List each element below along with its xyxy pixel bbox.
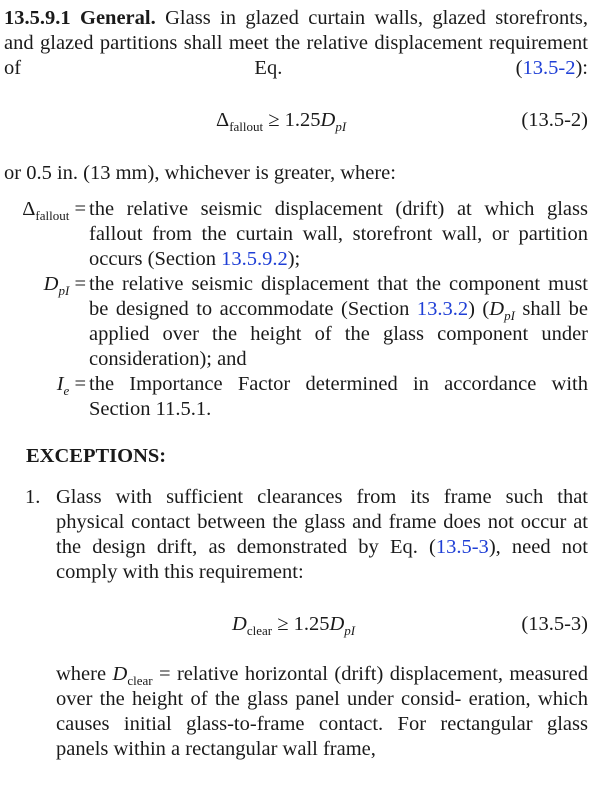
equation-link-13-5-2[interactable]: 13.5-2 — [523, 57, 576, 79]
section-paragraph: 13.5.9.1 General. Glass in glazed curtai… — [4, 6, 588, 81]
definition-end: ); — [287, 248, 301, 270]
equation-expression: Δfallout ≥ 1.25DpI — [216, 108, 346, 133]
subscript: e — [63, 383, 70, 398]
equation-13-5-2: Δfallout ≥ 1.25DpI (13.5-2) — [4, 108, 588, 133]
subscript: pI — [504, 308, 515, 323]
subscript: fallout — [35, 208, 70, 223]
definition-symbol: Ie = — [56, 373, 86, 398]
subscript: pI — [344, 623, 356, 638]
where-lead: where — [56, 663, 113, 685]
variable-d: D — [43, 273, 59, 295]
subscript: pI — [58, 283, 70, 298]
variable-d: D — [329, 613, 345, 635]
equation-13-5-3: Dclear ≥ 1.25DpI (13.5-3) — [4, 612, 588, 637]
equation-link-13-5-3[interactable]: 13.5-3 — [436, 536, 489, 558]
exception-number: 1. — [25, 486, 41, 508]
equation-number: (13.5-3) — [521, 613, 588, 635]
section-intro-end: ): — [575, 57, 588, 79]
subscript: clear — [246, 623, 273, 638]
exceptions-title: EXCEPTIONS: — [26, 445, 167, 467]
section-link-13-5-9-2[interactable]: 13.5.9.2 — [221, 248, 288, 270]
delta-symbol: Δ — [216, 109, 230, 131]
exception-text: Glass with sufficient clearances from it… — [56, 485, 588, 585]
operator: ≥ 1.25 — [272, 613, 330, 635]
subscript: pI — [335, 119, 347, 134]
definition-delta-fallout: Δfallout = the relative seismic displace… — [4, 197, 588, 272]
section-link-13-3-2[interactable]: 13.3.2 — [417, 298, 468, 320]
where-clause: where Dclear = relative horizontal (drif… — [56, 662, 588, 762]
section-heading: 13.5.9.1 General. — [4, 7, 156, 29]
variable-i: I — [56, 373, 64, 395]
definition-symbol: DpI = — [43, 273, 86, 298]
definition-symbol: Δfallout = — [22, 198, 86, 223]
definition-dpi: DpI = the relative seismic displacement … — [4, 272, 588, 372]
variable-d: D — [232, 613, 247, 635]
variable-d: D — [112, 663, 128, 685]
subscript: clear — [127, 673, 153, 688]
definition-ie: Ie = the Importance Factor determined in… — [4, 372, 588, 422]
variable-d: D — [320, 109, 336, 131]
delta-symbol: Δ — [22, 198, 36, 220]
after-equation-text: or 0.5 in. (13 mm), whichever is greater… — [4, 162, 396, 184]
definition-body: the relative seismic displacement (drift… — [89, 198, 588, 270]
equation-expression: Dclear ≥ 1.25DpI — [232, 612, 355, 637]
definition-mid: ) ( — [468, 298, 490, 320]
exception-item-1: 1. Glass with sufficient clearances from… — [25, 485, 588, 585]
variable-d: D — [489, 298, 505, 320]
definitions-list: Δfallout = the relative seismic displace… — [4, 197, 588, 422]
definition-text: the relative seismic displacement (drift… — [89, 197, 588, 272]
document-page: 13.5.9.1 General. Glass in glazed curtai… — [4, 6, 588, 762]
definition-text: the Importance Factor determined in acco… — [89, 373, 588, 420]
definition-text: the relative seismic displacement that t… — [89, 272, 588, 372]
subscript: fallout — [229, 119, 264, 134]
equation-number: (13.5-2) — [521, 109, 588, 131]
operator: ≥ 1.25 — [263, 109, 321, 131]
